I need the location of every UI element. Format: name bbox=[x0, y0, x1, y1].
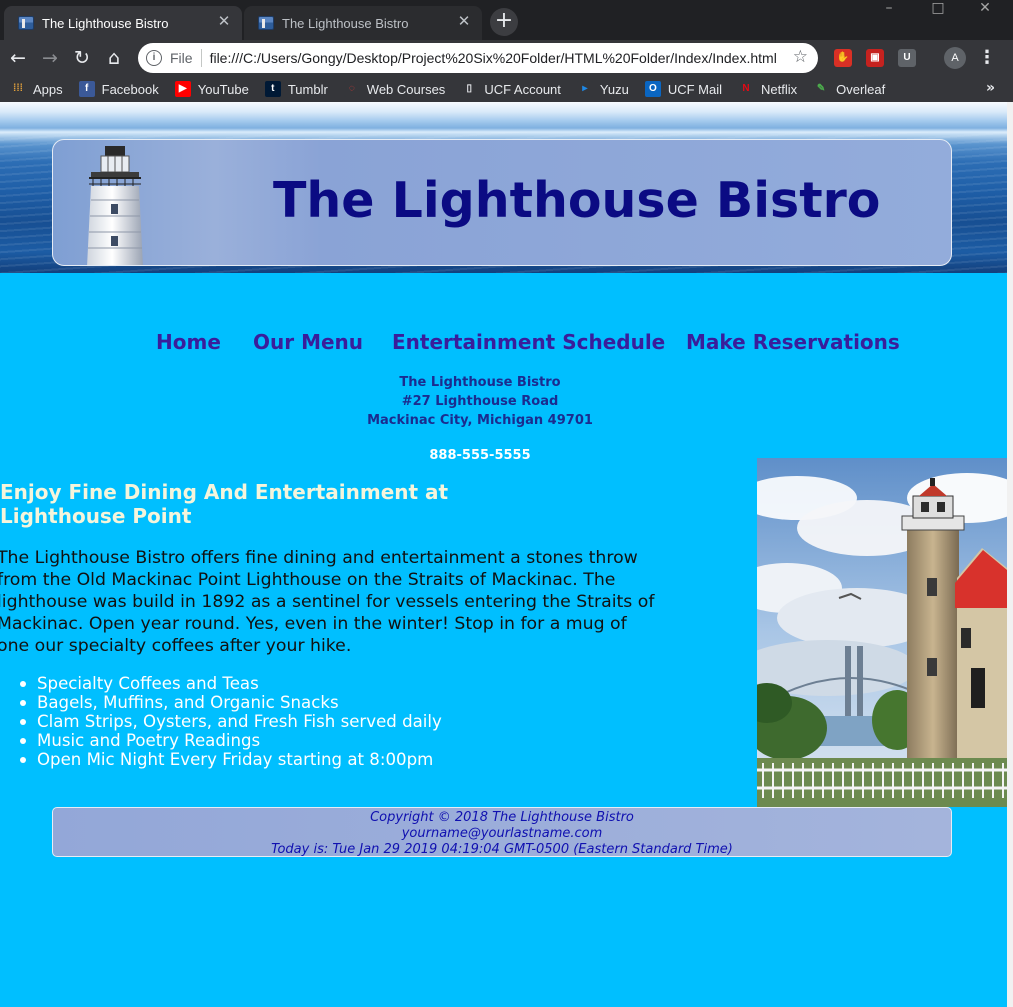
address-line-name: The Lighthouse Bistro bbox=[399, 375, 561, 390]
page-scrollbar[interactable] bbox=[1007, 102, 1013, 1007]
bookmark-label: UCF Mail bbox=[667, 81, 722, 97]
lighthouse-favicon-icon bbox=[18, 16, 34, 30]
address-line-city: Mackinac City, Michigan 49701 bbox=[367, 413, 593, 428]
address-line-street: #27 Lighthouse Road bbox=[401, 394, 559, 409]
forward-arrow-icon[interactable]: → bbox=[37, 45, 63, 71]
minimize-button[interactable]: – bbox=[866, 0, 912, 16]
youtube-icon: ▶ bbox=[174, 81, 191, 97]
bookmark-label: Apps bbox=[33, 81, 63, 97]
nav-link-make-reservations[interactable]: Make Reservations bbox=[686, 330, 900, 354]
intro-paragraph: The Lighthouse Bistro offers fine dining… bbox=[0, 547, 709, 657]
new-tab-button[interactable]: + bbox=[490, 8, 518, 36]
bookmark-web-courses[interactable]: ◌ Web Courses bbox=[343, 81, 446, 97]
lighthouse-header-image bbox=[87, 146, 143, 265]
site-footer: Copyright © 2018 The Lighthouse Bistro y… bbox=[52, 807, 952, 857]
netflix-icon: N bbox=[738, 81, 754, 97]
mackinac-lighthouse-photo bbox=[757, 458, 1007, 807]
bookmark-label: Overleaf bbox=[836, 81, 886, 97]
bookmark-ucf-account[interactable]: ▯ UCF Account bbox=[461, 81, 561, 97]
browser-tab-active[interactable]: The Lighthouse Bistro ✕ bbox=[4, 6, 242, 40]
headline-line: Lighthouse Point bbox=[0, 504, 192, 528]
home-icon[interactable]: ⌂ bbox=[101, 45, 127, 71]
page-content: The Lighthouse Bistro Home Our Menu Ente… bbox=[0, 102, 1007, 1007]
overleaf-icon: ✎ bbox=[813, 81, 830, 97]
page-headline: Enjoy Fine Dining And Entertainment at L… bbox=[0, 480, 470, 528]
current-date-text: Today is: Tue Jan 29 2019 04:19:04 GMT-0… bbox=[271, 842, 733, 857]
site-header: The Lighthouse Bistro bbox=[52, 139, 952, 266]
list-item: Specialty Coffees and Teas bbox=[20, 674, 597, 693]
bookmark-overleaf[interactable]: ✎ Overleaf bbox=[813, 81, 885, 97]
intro-line: one our specialty coffees after your hik… bbox=[0, 636, 352, 656]
yuzu-icon: ▸ bbox=[576, 81, 593, 97]
intro-line: Mackinac. Open year round. Yes, even in … bbox=[0, 614, 627, 634]
address-divider bbox=[200, 49, 202, 67]
adblock-icon[interactable]: ✋ bbox=[834, 49, 852, 67]
bookmark-star-icon[interactable]: ☆ bbox=[793, 47, 808, 67]
bookmarks-overflow-icon[interactable]: » bbox=[986, 80, 995, 96]
bookmark-label: YouTube bbox=[197, 81, 249, 97]
bookmarks-bar: ⁞⁞⁞ Apps f Facebook ▶ YouTube t Tumblr ◌ Web Cour… bbox=[0, 76, 1013, 102]
bookmark-label: Facebook bbox=[101, 81, 159, 97]
bookmark-label: Web Courses bbox=[366, 81, 446, 97]
bookmark-tumblr[interactable]: t Tumblr bbox=[264, 81, 328, 97]
window-close-button[interactable]: ✕ bbox=[962, 0, 1008, 16]
address-bar[interactable]: i File file:///C:/Users/Gongy/Desktop/Pr… bbox=[138, 43, 818, 73]
list-item: Music and Poetry Readings bbox=[20, 731, 597, 750]
address-scheme-label: File bbox=[170, 50, 193, 66]
nav-link-entertainment-schedule[interactable]: Entertainment Schedule bbox=[392, 330, 665, 354]
profile-avatar[interactable]: A bbox=[944, 47, 966, 69]
tab-strip: The Lighthouse Bistro ✕ The Lighthouse B… bbox=[0, 0, 1013, 40]
close-tab-icon[interactable]: ✕ bbox=[216, 14, 232, 30]
outlook-icon: O bbox=[644, 81, 661, 97]
intro-line: The Lighthouse Bistro offers fine dining… bbox=[0, 548, 638, 568]
ublock-icon[interactable]: U bbox=[898, 49, 916, 67]
facebook-icon: f bbox=[78, 81, 95, 97]
close-tab-icon[interactable]: ✕ bbox=[456, 14, 472, 30]
tab-title: The Lighthouse Bistro bbox=[282, 15, 409, 31]
contact-email: yourname@yourlastname.com bbox=[401, 826, 603, 841]
nav-link-our-menu[interactable]: Our Menu bbox=[253, 330, 363, 354]
intro-line: from the Old Mackinac Point Lighthouse o… bbox=[0, 570, 616, 590]
main-navigation: Home Our Menu Entertainment Schedule Mak… bbox=[0, 330, 1007, 360]
list-item: Bagels, Muffins, and Organic Snacks bbox=[20, 693, 597, 712]
intro-line: lighthouse was build in 1892 as a sentin… bbox=[0, 592, 655, 612]
list-item: Clam Strips, Oysters, and Fresh Fish ser… bbox=[20, 712, 597, 731]
maximize-button[interactable]: □ bbox=[915, 0, 961, 16]
document-icon: ▯ bbox=[461, 81, 478, 97]
address-url[interactable]: file:///C:/Users/Gongy/Desktop/Project%2… bbox=[210, 50, 777, 66]
web-courses-icon: ◌ bbox=[343, 81, 360, 97]
copyright-text: Copyright © 2018 The Lighthouse Bistro bbox=[370, 810, 634, 825]
bookmark-apps[interactable]: ⁞⁞⁞ Apps bbox=[10, 81, 63, 97]
feature-list: Specialty Coffees and Teas Bagels, Muffi… bbox=[20, 674, 597, 769]
site-info-icon[interactable]: i bbox=[146, 50, 162, 66]
bookmark-ucf-mail[interactable]: O UCF Mail bbox=[644, 81, 722, 97]
bookmark-netflix[interactable]: N Netflix bbox=[738, 81, 797, 97]
browser-tab[interactable]: The Lighthouse Bistro ✕ bbox=[244, 6, 482, 40]
bookmark-label: Tumblr bbox=[287, 81, 328, 97]
headline-line: Enjoy Fine Dining And Entertainment at bbox=[0, 480, 449, 504]
browser-toolbar: ← → ↻ ⌂ i File file:///C:/Users/Gongy/De… bbox=[0, 40, 1013, 76]
browser-menu-icon[interactable]: ⋮ bbox=[977, 46, 997, 70]
nav-link-home[interactable]: Home bbox=[156, 330, 221, 354]
reload-icon[interactable]: ↻ bbox=[69, 45, 95, 71]
site-title: The Lighthouse Bistro bbox=[273, 172, 881, 229]
tab-title: The Lighthouse Bistro bbox=[42, 15, 169, 31]
extension-icon[interactable]: ▣ bbox=[866, 49, 884, 67]
lighthouse-favicon-icon bbox=[258, 16, 274, 30]
bookmark-yuzu[interactable]: ▸ Yuzu bbox=[576, 81, 629, 97]
list-item: Open Mic Night Every Friday starting at … bbox=[20, 750, 597, 769]
bookmark-label: Yuzu bbox=[599, 81, 629, 97]
bookmark-youtube[interactable]: ▶ YouTube bbox=[174, 81, 249, 97]
bookmark-facebook[interactable]: f Facebook bbox=[78, 81, 159, 97]
bookmark-label: Netflix bbox=[761, 81, 798, 97]
tumblr-icon: t bbox=[264, 81, 281, 97]
apps-grid-icon: ⁞⁞⁞ bbox=[10, 81, 26, 97]
back-arrow-icon[interactable]: ← bbox=[5, 45, 31, 71]
bookmark-label: UCF Account bbox=[484, 81, 561, 97]
